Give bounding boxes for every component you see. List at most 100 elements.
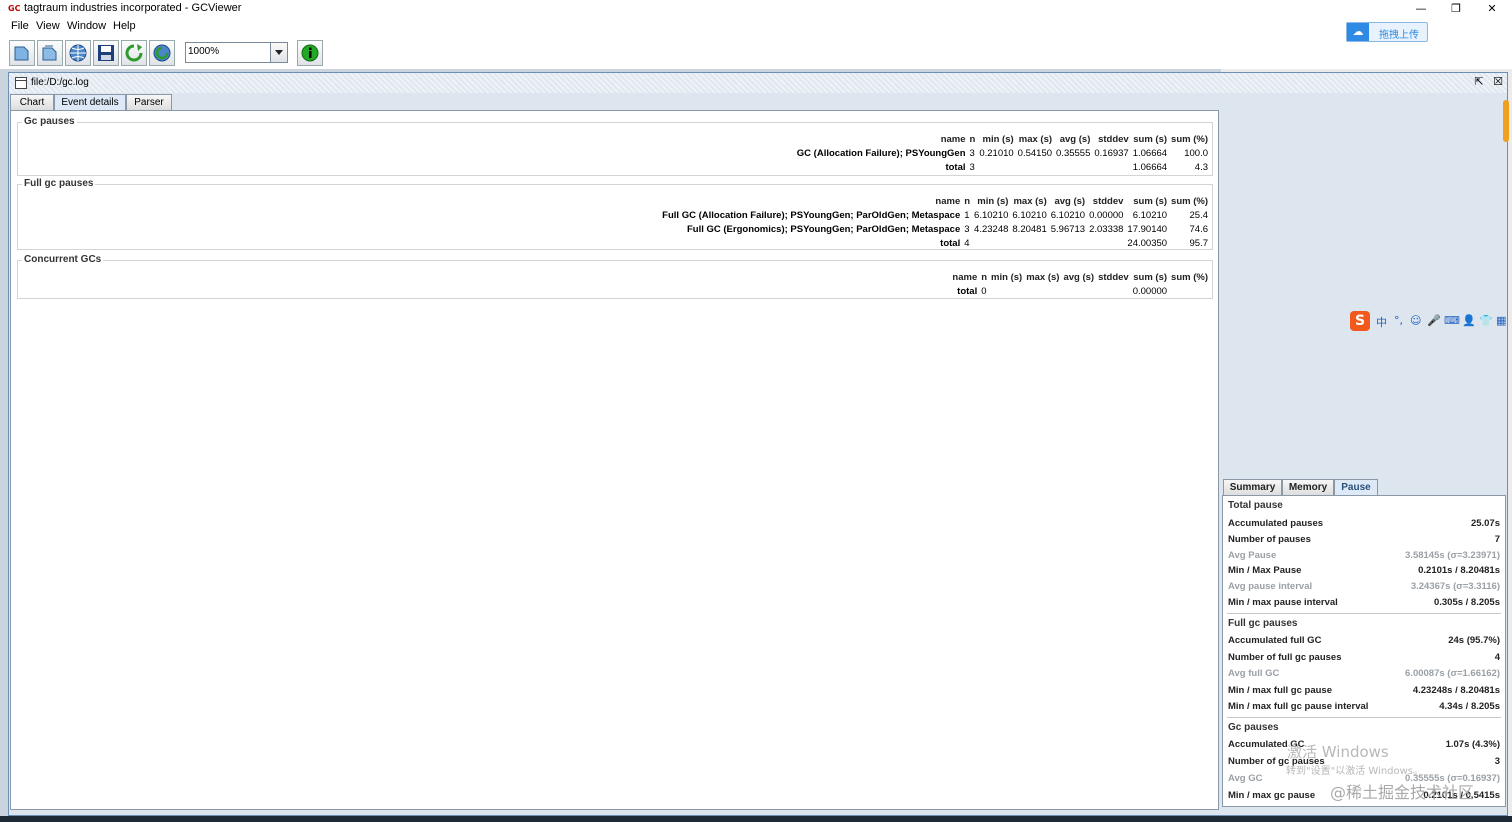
community-watermark: @稀土掘金技术社区 <box>1330 783 1475 802</box>
table-cell: 0.21010 <box>979 147 1014 159</box>
concurrent-gcs-title: Concurrent GCs <box>22 254 104 265</box>
about-button[interactable] <box>297 40 323 66</box>
open-url-button[interactable] <box>65 40 91 66</box>
table-cell: 100.0 <box>1184 147 1208 159</box>
menu-view[interactable]: View <box>36 20 60 32</box>
stat-label: Min / max pause interval <box>1228 597 1338 608</box>
table-cell: 0.00000 <box>1132 285 1168 297</box>
ime-skin-icon[interactable]: 👕 <box>1479 314 1493 327</box>
sogou-logo-icon[interactable]: S <box>1350 311 1370 331</box>
tab-event-details[interactable]: Event details <box>54 94 126 111</box>
stat-value: 25.07s <box>1470 518 1500 529</box>
internal-frame-title: file:/D:/gc.log <box>31 77 89 88</box>
table-cell: Full GC (Ergonomics); PSYoungGen; ParOld… <box>686 223 961 235</box>
table-cell: 1 <box>964 209 970 221</box>
activate-windows-hint: 转到"设置"以激活 Windows。 <box>1286 766 1424 777</box>
chevron-down-icon[interactable] <box>270 43 287 62</box>
ime-toolbox-icon[interactable]: ▦ <box>1496 314 1506 327</box>
table-cell <box>1092 160 1130 174</box>
ime-emoji-icon[interactable]: ☺ <box>1410 314 1421 327</box>
column-header: name <box>940 133 966 145</box>
stat-value: 1.07s (4.3%) <box>1445 739 1500 750</box>
detach-icon[interactable]: ⇱ <box>1473 76 1485 88</box>
open-series-icon <box>42 45 57 61</box>
zoom-select[interactable]: 1000% <box>185 42 288 63</box>
refresh-button[interactable] <box>121 40 147 66</box>
stat-value: 6.00087s (σ=1.66162) <box>1405 668 1500 679</box>
tab-memory[interactable]: Memory <box>1282 479 1334 496</box>
table-cell <box>1061 284 1096 298</box>
table-row: total 0 0.00000 <box>950 284 1210 298</box>
concurrent-gcs-group: Concurrent GCs name n min (s) max (s) av… <box>17 254 1213 299</box>
stat-value: 4.23248s / 8.20481s <box>1412 685 1500 696</box>
table-cell: 3 <box>969 161 975 173</box>
menu-help[interactable]: Help <box>113 20 136 32</box>
column-header: sum (s) <box>1133 195 1168 207</box>
table-header-row: name n min (s) max (s) avg (s) stddev su… <box>660 194 1210 208</box>
gc-pauses-title: Gc pauses <box>22 116 77 127</box>
stat-value: 3.24367s (σ=3.3116) <box>1410 581 1500 592</box>
stat-value: 7 <box>1494 534 1500 545</box>
column-header: max (s) <box>1026 271 1060 283</box>
ime-user-icon[interactable]: 👤 <box>1462 314 1476 327</box>
stat-row: Min / max full gc pause interval 4.34s / … <box>1228 700 1500 715</box>
table-row: Full GC (Allocation Failure); PSYoungGen… <box>660 208 1210 222</box>
ime-voice-icon[interactable]: 🎤 <box>1427 314 1441 327</box>
table-row: GC (Allocation Failure); PSYoungGen 3 0.… <box>795 146 1210 160</box>
table-cell: 4 <box>964 237 970 249</box>
info-icon <box>301 44 319 62</box>
column-header: stddev <box>1098 271 1129 283</box>
table-cell <box>1024 284 1061 298</box>
column-header: sum (%) <box>1171 133 1208 145</box>
stat-label: Avg pause interval <box>1228 581 1313 592</box>
tab-pause[interactable]: Pause <box>1334 479 1378 496</box>
restore-button[interactable]: ❐ <box>1441 1 1471 16</box>
tab-chart[interactable]: Chart <box>10 94 54 111</box>
table-cell: 6.10210 <box>974 209 1009 221</box>
cloud-icon: ☁ <box>1347 23 1369 41</box>
menu-bar: File View Window Help <box>0 18 1512 35</box>
close-frame-icon[interactable]: ☒ <box>1492 76 1504 88</box>
open-series-button[interactable] <box>37 40 63 66</box>
table-cell: 0 <box>981 285 987 297</box>
table-cell: GC (Allocation Failure); PSYoungGen <box>796 147 966 159</box>
menu-window[interactable]: Window <box>67 20 106 32</box>
total-pause-title: Total pause <box>1228 500 1283 511</box>
table-header-row: name n min (s) max (s) avg (s) stddev su… <box>795 132 1210 146</box>
stat-label: Min / max full gc pause interval <box>1228 701 1369 712</box>
column-header: min (s) <box>991 271 1023 283</box>
stat-row: Min / max full gc pause 4.23248s / 8.2048… <box>1228 684 1500 699</box>
drag-upload-label: 拖拽上传 <box>1379 30 1419 41</box>
table-cell <box>1169 284 1210 298</box>
scrollbar-thumb[interactable] <box>1503 100 1509 142</box>
close-button[interactable]: ✕ <box>1477 1 1507 16</box>
tab-parser[interactable]: Parser <box>126 94 172 111</box>
stat-row: Number of pauses 7 <box>1228 533 1500 548</box>
internal-frame-titlebar: file:/D:/gc.log ⇱ ☒ <box>9 73 1507 93</box>
menu-file[interactable]: File <box>11 20 29 32</box>
ime-chinese-mode-icon[interactable]: 中 <box>1376 314 1387 330</box>
ime-keyboard-icon[interactable]: ⌨ <box>1444 314 1460 327</box>
minimize-button[interactable]: — <box>1406 1 1436 16</box>
watch-button[interactable] <box>149 40 175 66</box>
tab-summary[interactable]: Summary <box>1223 479 1282 496</box>
full-gc-title: Full gc pauses <box>1228 618 1298 629</box>
drag-upload-button[interactable]: ☁ 拖拽上传 <box>1346 22 1428 42</box>
table-cell: total <box>945 161 966 173</box>
table-cell: 6.10210 <box>1132 209 1168 221</box>
save-button[interactable] <box>93 40 119 66</box>
stat-value: 3 <box>1494 756 1500 767</box>
event-details-panel: Gc pauses name n min (s) max (s) avg (s)… <box>10 110 1219 810</box>
stat-label: Min / Max Pause <box>1228 565 1302 576</box>
stat-value: 0.2101s / 8.20481s <box>1418 565 1500 576</box>
column-header: stddev <box>1092 195 1124 207</box>
table-cell: 0.54150 <box>1017 147 1053 159</box>
ime-punctuation-icon[interactable]: °, <box>1394 314 1403 327</box>
table-header-row: name n min (s) max (s) avg (s) stddev su… <box>950 270 1210 284</box>
table-cell: 8.20481 <box>1012 223 1047 235</box>
open-file-button[interactable] <box>9 40 35 66</box>
ime-toolbar: S 中 °, ☺ 🎤 ⌨ 👤 👕 ▦ <box>1350 311 1510 331</box>
stat-value: 4.34s / 8.205s <box>1439 701 1500 712</box>
gc-pauses-table: name n min (s) max (s) avg (s) stddev su… <box>795 132 1210 174</box>
table-cell: 1.06664 <box>1132 161 1168 173</box>
